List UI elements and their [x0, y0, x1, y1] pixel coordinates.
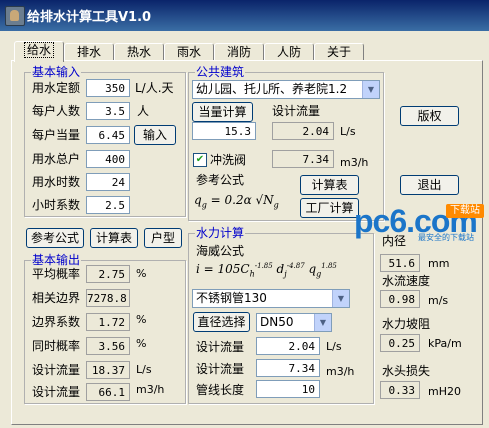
- percent-unit: %: [136, 337, 147, 350]
- persons-unit: 人: [137, 104, 150, 118]
- ref-formula-label: 参考公式: [196, 173, 245, 187]
- output-label: 平均概率: [32, 267, 81, 281]
- tab-hot-water[interactable]: 热水: [114, 43, 164, 61]
- flush-valve-label: 冲洗阀: [210, 153, 247, 167]
- pipe-length-label: 管线长度: [196, 383, 245, 397]
- calc-table-button-2[interactable]: 计算表: [90, 228, 138, 248]
- input-label: 用水总户: [32, 152, 81, 166]
- design-flow-output: 2.04: [272, 122, 334, 140]
- pipe-material-select[interactable]: 不锈钢管130 ▼: [192, 289, 350, 308]
- pc6-watermark-logo: pc6.com 下载站 最安全的下载站: [352, 202, 486, 244]
- diameter-select[interactable]: DN50 ▼: [256, 313, 332, 332]
- app-icon: [5, 6, 25, 26]
- velocity-label: 水流速度: [382, 274, 431, 288]
- avg-probability-output: 2.75: [86, 265, 130, 283]
- household-equiv-input[interactable]: 6.45: [86, 126, 130, 144]
- tab-label: 给水: [23, 42, 54, 58]
- percent-unit: %: [136, 313, 147, 326]
- mm-unit: mm: [428, 257, 450, 270]
- design-flow-m3h-output: 66.1: [86, 383, 130, 401]
- inner-dia-output: 51.6: [380, 254, 420, 272]
- output-label: 设计流量: [32, 363, 81, 377]
- pipe-length-input[interactable]: 10: [256, 380, 320, 398]
- m3h-unit: m3/h: [326, 365, 355, 378]
- percent-unit: %: [136, 267, 147, 280]
- input-label: 每户人数: [32, 104, 81, 118]
- exit-button[interactable]: 退出: [400, 175, 459, 195]
- ref-formula-button[interactable]: 参考公式: [26, 228, 84, 248]
- headloss-output: 0.33: [380, 381, 420, 399]
- velocity-output: 0.98: [380, 290, 420, 308]
- public-building-title: 公共建筑: [195, 65, 246, 79]
- hydraulic-label: 设计流量: [196, 362, 245, 376]
- simultaneous-probability-output: 3.56: [86, 337, 130, 355]
- tab-about[interactable]: 关于: [314, 43, 364, 61]
- output-label: 相关边界: [32, 291, 81, 305]
- headloss-label: 水头损失: [382, 364, 431, 378]
- hydraulic-label: 设计流量: [196, 340, 245, 354]
- diameter-select-button[interactable]: 直径选择: [193, 312, 250, 332]
- factory-calc-button[interactable]: 工厂计算: [300, 198, 359, 218]
- hydraulic-flow-ls-input[interactable]: 2.04: [256, 337, 320, 355]
- slogan-text: 最安全的下载站: [418, 233, 474, 242]
- input-button[interactable]: 输入: [134, 125, 176, 145]
- input-label: 用水定额: [32, 81, 81, 95]
- friction-output: 0.25: [380, 334, 420, 352]
- diameter-value: DN50: [260, 315, 294, 329]
- hourly-coefficient-input[interactable]: 2.5: [86, 196, 130, 214]
- m3h-unit: m3/h: [136, 383, 165, 396]
- chevron-down-icon[interactable]: ▼: [332, 290, 349, 307]
- equiv-value-field[interactable]: 15.3: [192, 122, 256, 140]
- hydraulic-flow-m3h-input[interactable]: 7.34: [256, 359, 320, 377]
- building-type-value: 幼儿园、托儿所、养老院1.2: [196, 82, 348, 96]
- flush-valve-checkbox[interactable]: ✔: [193, 153, 207, 167]
- flush-valve-output: 7.34: [272, 150, 334, 168]
- boundary-coefficient-output: 1.72: [86, 313, 130, 331]
- calc-table-button[interactable]: 计算表: [300, 175, 359, 195]
- tab-rainwater[interactable]: 雨水: [164, 43, 214, 61]
- design-flow-ls-output: 18.37: [86, 361, 130, 379]
- badge-text: 下载站: [446, 204, 484, 218]
- chevron-down-icon[interactable]: ▼: [362, 81, 379, 98]
- design-flow-label: 设计流量: [272, 104, 321, 118]
- headloss-unit: mH20: [428, 385, 461, 398]
- flow-formula: qg = 0.2α √Ng: [194, 193, 279, 210]
- basic-input-title: 基本输入: [31, 65, 82, 79]
- flush-valve-unit: m3/h: [340, 156, 369, 169]
- ls-unit: L/s: [326, 340, 342, 353]
- basic-output-title: 基本输出: [31, 253, 82, 267]
- water-quota-unit: L/人.天: [135, 81, 174, 95]
- tab-civil-defense[interactable]: 人防: [264, 43, 314, 61]
- total-households-input[interactable]: 400: [86, 150, 130, 168]
- hazen-formula: i = 105Ch-1.85 dj-4.87 qg1.85: [196, 262, 337, 279]
- pipe-material-value: 不锈钢管130: [196, 291, 267, 305]
- persons-per-household-input[interactable]: 3.5: [86, 102, 130, 120]
- building-type-select[interactable]: 幼儿园、托儿所、养老院1.2 ▼: [192, 80, 380, 99]
- correlation-boundary-output: 7278.8: [86, 289, 130, 307]
- input-label: 小时系数: [32, 198, 81, 212]
- household-type-button[interactable]: 户型: [144, 228, 182, 248]
- hazen-label: 海威公式: [196, 244, 245, 258]
- output-label: 同时概率: [32, 339, 81, 353]
- tab-fire[interactable]: 消防: [214, 43, 264, 61]
- tab-water-supply[interactable]: 给水: [14, 41, 64, 62]
- output-label: 设计流量: [32, 385, 81, 399]
- chevron-down-icon[interactable]: ▼: [314, 314, 331, 331]
- equiv-calc-button[interactable]: 当量计算: [192, 102, 253, 122]
- output-label: 边界系数: [32, 315, 81, 329]
- window-title: 给排水计算工具V1.0: [27, 10, 152, 25]
- friction-label: 水力坡阻: [382, 317, 431, 331]
- water-quota-input[interactable]: 350: [86, 79, 130, 97]
- hydraulic-title: 水力计算: [195, 226, 246, 240]
- ls-unit: L/s: [136, 363, 152, 376]
- input-label: 每户当量: [32, 128, 81, 142]
- velocity-unit: m/s: [428, 294, 449, 307]
- friction-unit: kPa/m: [428, 337, 462, 350]
- tab-drainage[interactable]: 排水: [64, 43, 114, 61]
- input-label: 用水时数: [32, 175, 81, 189]
- usage-hours-input[interactable]: 24: [86, 173, 130, 191]
- design-flow-unit: L/s: [340, 125, 356, 138]
- copyright-button[interactable]: 版权: [400, 106, 459, 126]
